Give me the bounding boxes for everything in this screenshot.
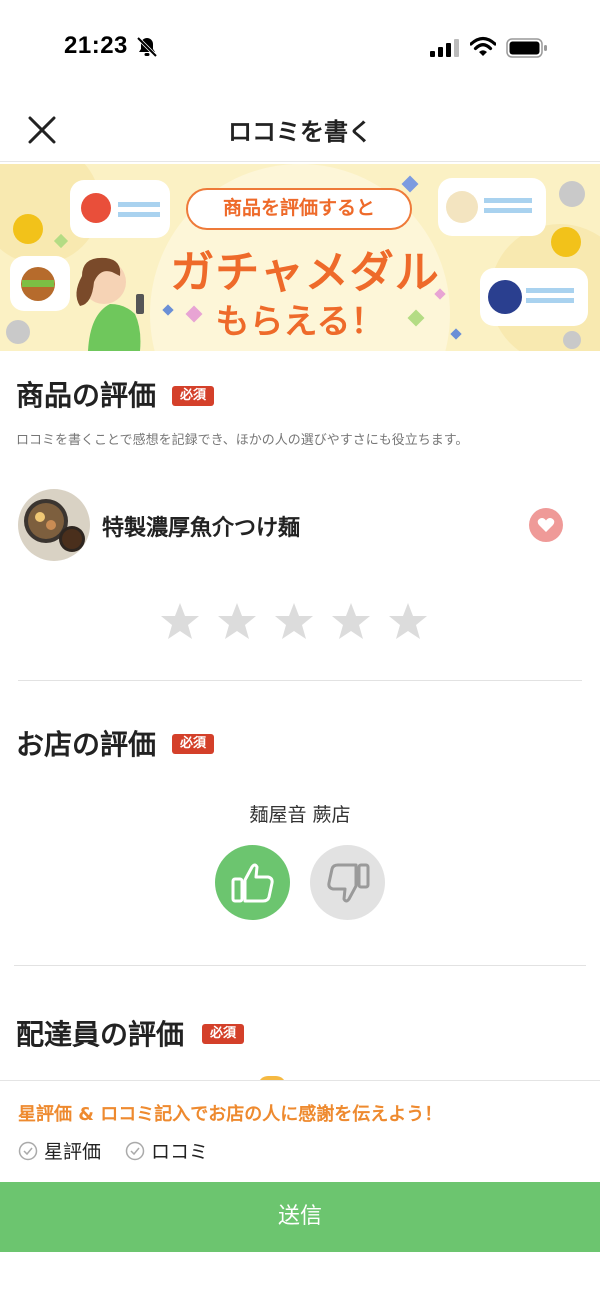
thumbs-down-button[interactable] xyxy=(310,845,385,920)
status-time: 21:23 xyxy=(64,32,128,59)
banner-headline: ガチャメダル xyxy=(170,247,440,298)
check-label: ロコミ xyxy=(151,1141,209,1163)
check-circle-icon xyxy=(125,1141,145,1160)
page-title: ロコミを書く xyxy=(228,118,372,146)
required-badge: 必須 xyxy=(202,1024,245,1044)
star-rating[interactable] xyxy=(160,601,428,641)
star-icon[interactable] xyxy=(217,601,257,641)
star-icon[interactable] xyxy=(331,601,371,641)
star-icon[interactable] xyxy=(160,601,200,641)
thumbs-down-icon xyxy=(326,863,369,902)
banner-subline: もらえる！ xyxy=(215,302,385,342)
bell-off-icon xyxy=(136,36,158,58)
product-image xyxy=(18,489,90,561)
check-review: ロコミ xyxy=(125,1137,208,1164)
status-bar: 21:23 xyxy=(0,0,600,96)
promo-banner[interactable]: 商品を評価すると ガチャメダル もらえる！ xyxy=(0,164,600,351)
shop-name: 麺屋音 蕨店 xyxy=(249,804,351,826)
check-label: 星評価 xyxy=(44,1141,102,1163)
thumbs-up-button[interactable] xyxy=(215,845,290,920)
submit-button[interactable]: 送信 xyxy=(0,1182,600,1252)
product-rating-description: ロコミを書くことで感想を記録でき、ほかの人の選びやすさにも役立ちます。 xyxy=(16,433,469,448)
required-badge: 必須 xyxy=(172,734,215,754)
check-circle-icon xyxy=(18,1141,38,1160)
section-divider xyxy=(18,680,582,681)
product-rating-title: 商品の評価 xyxy=(16,379,157,412)
courier-rating-title: 配達員の評価 xyxy=(16,1018,185,1051)
star-icon[interactable] xyxy=(274,601,314,641)
section-divider xyxy=(14,965,586,966)
thumbs-up-icon xyxy=(231,863,274,902)
favorite-button[interactable] xyxy=(529,508,563,542)
star-icon[interactable] xyxy=(388,601,428,641)
product-name: 特製濃厚魚介つけ麺 xyxy=(102,516,301,541)
check-star-rating: 星評価 xyxy=(18,1137,101,1164)
signal-icon xyxy=(430,39,459,57)
completion-checklist: 星評価 ロコミ xyxy=(18,1137,208,1164)
required-badge: 必須 xyxy=(172,386,215,406)
banner-pill-text: 商品を評価すると xyxy=(186,188,412,230)
wifi-icon xyxy=(470,36,496,56)
heart-icon xyxy=(537,518,555,532)
nav-header: ロコミを書く xyxy=(0,96,600,162)
thanks-message: 星評価 & ロコミ記入でお店の人に感謝を伝えよう！ xyxy=(18,1104,443,1125)
shop-rating-title: お店の評価 xyxy=(16,728,157,761)
battery-icon xyxy=(506,38,547,58)
